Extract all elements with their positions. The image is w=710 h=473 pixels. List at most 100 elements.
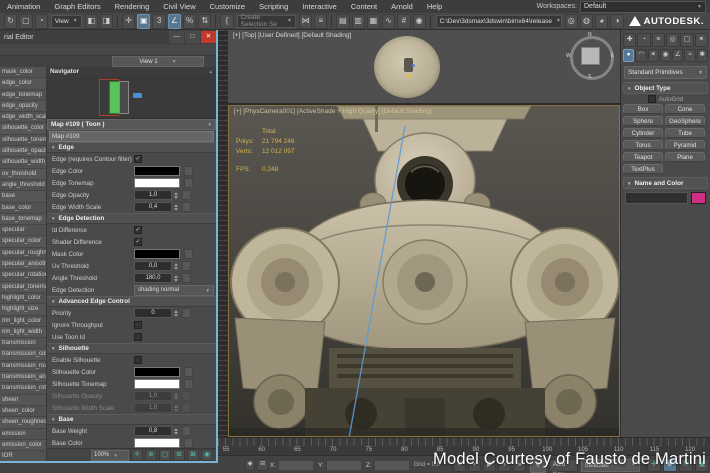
camera-viewport[interactable]: [+] [PhysCamera001] [ActiveShade + High … bbox=[228, 105, 620, 437]
torus-button[interactable]: Torus bbox=[623, 140, 663, 150]
map-slot-button[interactable] bbox=[184, 178, 193, 188]
map-slot-button[interactable] bbox=[184, 438, 193, 448]
color-swatch-edge-tonemap[interactable] bbox=[134, 178, 180, 188]
socket-silhouette-width-scale[interactable]: silhouette_width_scale bbox=[0, 157, 46, 168]
spinner-down-icon[interactable] bbox=[174, 196, 178, 199]
socket-angle-threshold[interactable]: angle_threshold bbox=[0, 180, 46, 191]
zoom-icon[interactable]: ⊕ bbox=[145, 449, 157, 461]
pin-icon[interactable]: ◉ bbox=[201, 449, 213, 461]
project-path-dropdown[interactable]: C:\Dev\3dsmax\3dswin\bin\x64\release▼ bbox=[436, 15, 562, 28]
x-coordinate-field[interactable] bbox=[278, 460, 314, 471]
textplus-button[interactable]: TextPlus bbox=[623, 164, 663, 174]
align-icon[interactable]: ≡ bbox=[314, 14, 327, 29]
spinner-arrows[interactable] bbox=[174, 263, 178, 270]
socket-specular-color[interactable]: specular_color bbox=[0, 236, 46, 247]
menu-content[interactable]: Content bbox=[344, 0, 384, 13]
close-button[interactable]: ✕ bbox=[201, 31, 216, 43]
spinner-up-icon[interactable] bbox=[174, 428, 178, 431]
socket-edge-width-scale[interactable]: edge_width_scale bbox=[0, 112, 46, 123]
rollout-base[interactable]: ▼Base bbox=[47, 414, 216, 425]
render-setup-icon[interactable]: ◎ bbox=[565, 14, 578, 29]
scene-explorer-icon[interactable]: ▤ bbox=[336, 14, 349, 29]
object-type-rollout[interactable]: ▼ Object Type bbox=[623, 82, 708, 94]
value-field-edge-width-scale[interactable]: 0,4 bbox=[134, 202, 172, 212]
menu-civil-view[interactable]: Civil View bbox=[156, 0, 202, 13]
teapot-button[interactable]: Teapot bbox=[623, 152, 663, 162]
named-selection-set-dropdown[interactable]: Create Selection Se▼ bbox=[237, 15, 296, 28]
spinner-down-icon[interactable] bbox=[174, 397, 178, 400]
viewcube-face[interactable] bbox=[581, 47, 600, 65]
socket-edge-tonemap[interactable]: edge_tonemap bbox=[0, 90, 46, 101]
map-slot-button[interactable] bbox=[182, 273, 191, 283]
ribbon-toggle-icon[interactable]: ▦ bbox=[367, 14, 380, 29]
material-editor-icon[interactable]: ◉ bbox=[413, 14, 426, 29]
spinner-down-icon[interactable] bbox=[174, 432, 178, 435]
map-slot-button[interactable] bbox=[182, 426, 191, 436]
socket-emission-color[interactable]: emission_color bbox=[0, 440, 46, 451]
socket-rim-light-width[interactable]: rim_light_width bbox=[0, 327, 46, 338]
menu-animation[interactable]: Animation bbox=[0, 0, 47, 13]
display-tab[interactable]: ▢ bbox=[680, 33, 693, 47]
value-field-silhouette-width-scale[interactable]: 1,0 bbox=[134, 403, 172, 413]
pan-hand-icon[interactable]: ✛ bbox=[131, 449, 143, 461]
menu-interactive[interactable]: Interactive bbox=[295, 0, 344, 13]
map-slot-button[interactable] bbox=[184, 249, 193, 259]
crossing-toggle-icon[interactable]: ◔ bbox=[35, 14, 48, 29]
spinner-arrows[interactable] bbox=[174, 393, 178, 400]
map-slot-button[interactable] bbox=[184, 166, 193, 176]
spinner-arrows[interactable] bbox=[174, 275, 178, 282]
selection-lock-icon[interactable]: ◆ bbox=[245, 459, 256, 471]
rollout-silhouette[interactable]: ▼Silhouette bbox=[47, 343, 216, 354]
redo-icon[interactable]: ↻ bbox=[4, 14, 17, 29]
map-slot-button[interactable] bbox=[184, 379, 193, 389]
schematic-view-icon[interactable]: # bbox=[397, 14, 410, 29]
tube-button[interactable]: Tube bbox=[665, 128, 705, 138]
plane-button[interactable]: Plane bbox=[665, 152, 705, 162]
socket-mask-color[interactable]: mask_color bbox=[0, 67, 46, 78]
zoom-level-dropdown[interactable]: 100% ▼ bbox=[91, 450, 129, 461]
checkbox-edge-requires-contour-filter[interactable]: ✓ bbox=[134, 155, 142, 163]
workspace-dropdown[interactable]: Default ▼ bbox=[580, 1, 706, 13]
spinner-down-icon[interactable] bbox=[174, 409, 178, 412]
pyramid-button[interactable]: Pyramid bbox=[665, 140, 705, 150]
spinner-up-icon[interactable] bbox=[174, 310, 178, 313]
checkbox-ignore-throughput[interactable] bbox=[134, 321, 142, 329]
utilities-tab[interactable]: ✶ bbox=[695, 33, 708, 47]
spinner-arrows[interactable] bbox=[174, 428, 178, 435]
menu-customize[interactable]: Customize bbox=[203, 0, 252, 13]
menu-help[interactable]: Help bbox=[420, 0, 449, 13]
socket-transmission[interactable]: transmission bbox=[0, 338, 46, 349]
top-viewport[interactable]: [+] [Top] [User Defined] [Default Shadin… bbox=[228, 30, 620, 103]
zoom-selected-icon[interactable]: ⊠ bbox=[187, 449, 199, 461]
rollout-advanced-edge-control[interactable]: ▼Advanced Edge Control bbox=[47, 296, 216, 307]
map-slot-button[interactable] bbox=[182, 261, 191, 271]
use-pivot-center-icon[interactable]: ◧ bbox=[85, 14, 98, 29]
sphere-button[interactable]: Sphere bbox=[623, 116, 663, 126]
spinner-down-icon[interactable] bbox=[174, 267, 178, 270]
select-and-manipulate-icon[interactable]: ◨ bbox=[100, 14, 113, 29]
color-swatch-mask-color[interactable] bbox=[134, 249, 180, 259]
layer-explorer-icon[interactable]: ▥ bbox=[352, 14, 365, 29]
systems-category[interactable]: ✱ bbox=[697, 49, 708, 62]
socket-specular-rotation[interactable]: specular_rotation bbox=[0, 270, 46, 281]
selection-region-icon[interactable]: ▢ bbox=[19, 14, 32, 29]
spinner-up-icon[interactable] bbox=[174, 393, 178, 396]
checkbox-use-toon-id[interactable] bbox=[134, 333, 142, 341]
value-field-silhouette-opacity[interactable]: 1,0 bbox=[134, 391, 172, 401]
menu-arnold[interactable]: Arnold bbox=[384, 0, 420, 13]
socket-silhouette-opacity[interactable]: silhouette_opacity bbox=[0, 146, 46, 157]
mirror-icon[interactable]: ⋈ bbox=[299, 14, 312, 29]
socket-ior[interactable]: IOR bbox=[0, 451, 46, 461]
socket-transmission-rotation[interactable]: transmission_rotation bbox=[0, 383, 46, 394]
spinner-arrows[interactable] bbox=[174, 192, 178, 199]
socket-sheen-color[interactable]: sheen_color bbox=[0, 406, 46, 417]
cameras-category[interactable]: ◉ bbox=[660, 49, 671, 62]
cone-button[interactable]: Cone bbox=[665, 104, 705, 114]
socket-highlight-size[interactable]: highlight_size bbox=[0, 304, 46, 315]
geosphere-button[interactable]: GeoSphere bbox=[665, 116, 705, 126]
socket-edge-color[interactable]: edge_color bbox=[0, 78, 46, 89]
menu-scripting[interactable]: Scripting bbox=[252, 0, 295, 13]
value-field-edge-opacity[interactable]: 1,0 bbox=[134, 190, 172, 200]
material-editor-titlebar[interactable]: rial Editor — □ ✕ bbox=[0, 30, 216, 44]
camera-viewport-label[interactable]: [+] [PhysCamera001] [ActiveShade + High … bbox=[234, 108, 432, 115]
